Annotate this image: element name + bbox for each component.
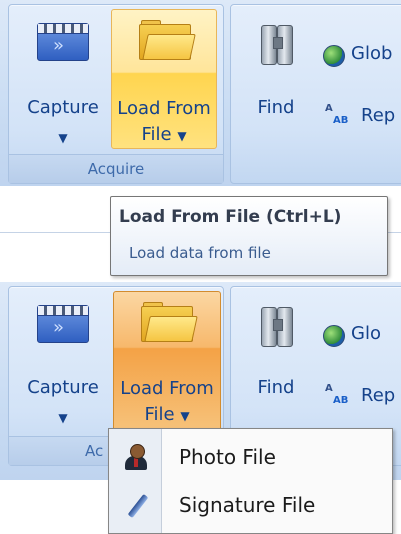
globe-icon <box>323 325 345 347</box>
ribbon-top: » Capture ▼ Load From File ▼ Acquire Fin… <box>0 0 401 186</box>
find-label: Find <box>257 97 295 118</box>
find-button[interactable]: Find <box>237 291 315 431</box>
menu-item-label: Photo File <box>179 445 276 469</box>
pen-icon <box>123 491 149 519</box>
load-label-line1: Load From <box>117 98 211 119</box>
load-label-line2: File <box>144 404 175 425</box>
find-label: Find <box>257 377 295 398</box>
global-label: Glo <box>351 323 381 344</box>
film-capture-icon: » <box>37 305 89 343</box>
load-label-line2: File <box>141 124 172 145</box>
load-label-line1: Load From <box>120 378 214 399</box>
chevron-down-icon: ▼ <box>58 411 68 425</box>
replace-icon: A AB <box>325 383 349 406</box>
chevron-down-icon: ▼ <box>180 409 190 423</box>
replace-label: Rep <box>361 105 396 126</box>
menu-item-photo-file[interactable]: Photo File <box>109 433 392 481</box>
global-label: Glob <box>351 43 393 64</box>
tooltip: Load From File (Ctrl+L) Load data from f… <box>110 196 388 276</box>
chevron-down-icon: ▼ <box>58 131 68 145</box>
folder-icon <box>137 20 196 60</box>
capture-button[interactable]: » Capture ▼ <box>15 291 111 431</box>
menu-item-signature-file[interactable]: Signature File <box>109 481 392 529</box>
chevron-down-icon: ▼ <box>177 129 187 143</box>
acquire-group: » Capture ▼ Load From File ▼ Acquire <box>8 4 224 184</box>
binoculars-icon <box>259 305 295 347</box>
binoculars-icon <box>259 23 295 65</box>
capture-button[interactable]: » Capture ▼ <box>15 9 111 149</box>
capture-label: Capture <box>27 377 99 398</box>
film-capture-icon: » <box>37 23 89 61</box>
group-label: Acquire <box>9 154 223 183</box>
globe-icon <box>323 45 345 67</box>
find-group: Find Glob A AB Rep <box>230 4 401 184</box>
replace-label: Rep <box>361 385 396 406</box>
load-from-file-menu: Photo File Signature File <box>108 428 393 534</box>
menu-item-label: Signature File <box>179 493 316 517</box>
load-from-file-button[interactable]: Load From File ▼ <box>113 291 221 431</box>
folder-icon <box>139 302 198 342</box>
person-icon <box>123 443 149 471</box>
replace-icon: A AB <box>325 103 349 126</box>
tooltip-title: Load From File (Ctrl+L) <box>119 207 342 227</box>
find-button[interactable]: Find <box>237 9 315 149</box>
load-from-file-button[interactable]: Load From File ▼ <box>111 9 217 149</box>
capture-label: Capture <box>27 97 99 118</box>
tooltip-description: Load data from file <box>129 244 271 262</box>
